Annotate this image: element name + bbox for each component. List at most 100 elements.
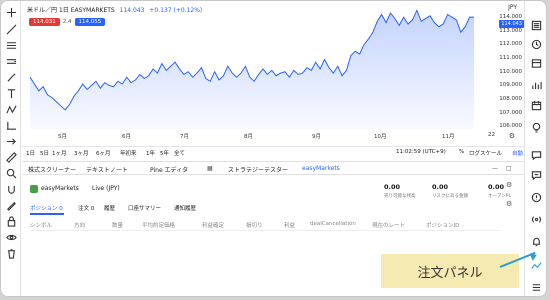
column-header[interactable]: シンボル: [30, 221, 52, 229]
pattern-icon[interactable]: [5, 103, 17, 115]
log-scale-toggle[interactable]: ログスケール: [469, 149, 502, 157]
maximize-panel-icon[interactable]: □: [506, 165, 512, 172]
price-axis[interactable]: 114.000 113.000 112.000 111.000 110.000 109.0…: [499, 11, 525, 131]
column-header[interactable]: 損切り: [246, 221, 263, 229]
price-tick: 109.000: [499, 82, 522, 89]
text-tool-icon[interactable]: [5, 87, 17, 99]
account-subtab[interactable]: 注文 0: [78, 204, 94, 212]
positions-table-header: シンボル 方向 数量 平均約定価格 利益確定 損切り 利益 dealCancellation 現…: [30, 221, 500, 231]
app-window: 米ドル／円 1日 EASYMARKETS 114.043 +0.137 (+0.…: [0, 0, 547, 297]
prediction-icon[interactable]: [5, 119, 17, 131]
menu-icon[interactable]: [530, 281, 542, 293]
panel-tab[interactable]: 株式スクリーナー: [28, 165, 76, 174]
time-tick: 22: [488, 132, 495, 138]
price-tick: 108.000: [499, 96, 522, 102]
account-stat: 0.00 リスクにある金額: [432, 183, 468, 199]
account-stat: 0.00 売り可能な残高: [384, 183, 416, 199]
time-tick: 11月: [442, 134, 455, 140]
panel-tab[interactable]: ストラテジーテスター: [228, 165, 288, 174]
broker-logo: [30, 185, 38, 193]
trend-line-icon[interactable]: [5, 23, 17, 35]
active-subtab-underline: [30, 213, 64, 215]
order-panel-callout: 注文パネル: [381, 254, 519, 288]
column-header[interactable]: 利益: [284, 221, 295, 229]
streams-icon[interactable]: [530, 169, 542, 181]
price-chart[interactable]: 米ドル／円 1日 EASYMARKETS 114.043 +0.137 (+0.…: [22, 1, 525, 143]
broker-name[interactable]: easyMarkets: [41, 185, 79, 192]
ruler-icon[interactable]: [5, 151, 17, 163]
panel-tab[interactable]: easyMarkets: [302, 165, 340, 172]
price-tick: 106.000: [499, 123, 522, 130]
eye-icon[interactable]: [5, 231, 17, 243]
left-toolbar: [1, 1, 21, 296]
account-mode[interactable]: Live (JPY): [92, 185, 120, 192]
lock-icon[interactable]: [5, 215, 17, 227]
magnet-icon[interactable]: [5, 183, 17, 195]
broadcast-icon[interactable]: [530, 213, 542, 225]
column-header[interactable]: dealCancellation: [310, 221, 356, 227]
price-tick: 112.000: [499, 41, 522, 48]
crosshair-icon[interactable]: [5, 6, 17, 18]
calendar-icon[interactable]: ▦: [207, 165, 213, 172]
bottom-panel-tabs: ▦ — □ 株式スクリーナー テキストノート Pine エディタ ストラテジーテスター…: [22, 161, 525, 175]
settings-icon[interactable]: ⚙: [506, 181, 512, 189]
panel-tab[interactable]: Pine エディタ: [150, 165, 188, 174]
stat-value: 0.00: [432, 183, 449, 191]
auto-scale-toggle[interactable]: 自動: [512, 149, 523, 157]
timeframe-button[interactable]: 5日: [40, 149, 49, 157]
price-area: [30, 10, 474, 130]
alerts-clock-icon[interactable]: [530, 38, 542, 50]
zoom-icon[interactable]: [5, 167, 17, 179]
time-tick: 9月: [312, 134, 321, 140]
account-subtab[interactable]: ポジション 0: [30, 204, 63, 212]
watchlist-icon[interactable]: [530, 19, 542, 31]
stat-label: 売り可能な残高: [384, 194, 416, 199]
chat-icon[interactable]: [530, 149, 542, 161]
last-price-tag: 114.043: [499, 20, 524, 28]
column-header[interactable]: 利益確定: [202, 221, 224, 229]
stat-label: オープンPL: [488, 194, 511, 199]
timeframe-bar: 11:02:59 (UTC+9) % ログスケール 自動 1日 5日 1ヶ月 3ヶ月 6…: [22, 146, 525, 158]
pencil-lock-icon[interactable]: [5, 199, 17, 211]
account-subtab[interactable]: 通知履歴: [174, 204, 196, 212]
clock-time[interactable]: 11:02:59 (UTC+9): [396, 149, 446, 155]
stat-value: 0.00: [384, 183, 401, 191]
timeframe-button[interactable]: 1日: [26, 149, 35, 157]
timeframe-button[interactable]: 6ヶ月: [96, 149, 111, 157]
panel-gear-icon[interactable]: ⚙: [506, 200, 512, 208]
brush-icon[interactable]: [5, 71, 17, 83]
panel-tab[interactable]: テキストノート: [86, 165, 128, 174]
column-header[interactable]: 平均約定価格: [142, 221, 175, 229]
time-axis[interactable]: 5月 6月 7月 8月 9月 10月 11月 22: [22, 132, 502, 142]
data-window-icon[interactable]: [530, 57, 542, 69]
column-header[interactable]: ポジションID: [426, 221, 459, 229]
ideas-icon[interactable]: [530, 121, 542, 133]
trash-icon[interactable]: [5, 247, 17, 259]
timeframe-button[interactable]: 1ヶ月: [52, 149, 67, 157]
time-tick: 6月: [122, 134, 131, 140]
timeframe-button[interactable]: 1年: [146, 149, 155, 157]
column-header[interactable]: 方向: [74, 221, 85, 229]
bell-icon[interactable]: [530, 235, 542, 247]
timeframe-button[interactable]: 年初来: [120, 149, 137, 157]
account-subtab[interactable]: 履歴: [104, 204, 115, 212]
horizontal-lines-icon[interactable]: [5, 39, 17, 51]
chart-settings-icon[interactable]: ⚙: [509, 132, 515, 140]
stat-label: リスクにある金額: [432, 194, 468, 199]
percent-toggle[interactable]: %: [459, 149, 464, 155]
minimize-panel-icon[interactable]: —: [492, 165, 498, 172]
column-header[interactable]: 数量: [112, 221, 123, 229]
arrow-icon[interactable]: [5, 135, 17, 147]
timeframe-button[interactable]: 5年: [160, 149, 169, 157]
chart-plot[interactable]: [22, 1, 500, 132]
currency-label[interactable]: JPY: [508, 4, 517, 11]
hotlist-icon[interactable]: [530, 79, 542, 91]
column-header[interactable]: 現在のレート: [372, 221, 405, 229]
account-subtab[interactable]: 口座サマリー: [128, 204, 161, 212]
timeframe-button[interactable]: 全て: [174, 149, 185, 157]
calendar-icon[interactable]: [530, 99, 542, 111]
timeframe-button[interactable]: 3ヶ月: [74, 149, 89, 157]
channel-icon[interactable]: [5, 55, 17, 67]
price-tick: 111.000: [499, 55, 522, 62]
notifications-icon[interactable]: [530, 191, 542, 203]
